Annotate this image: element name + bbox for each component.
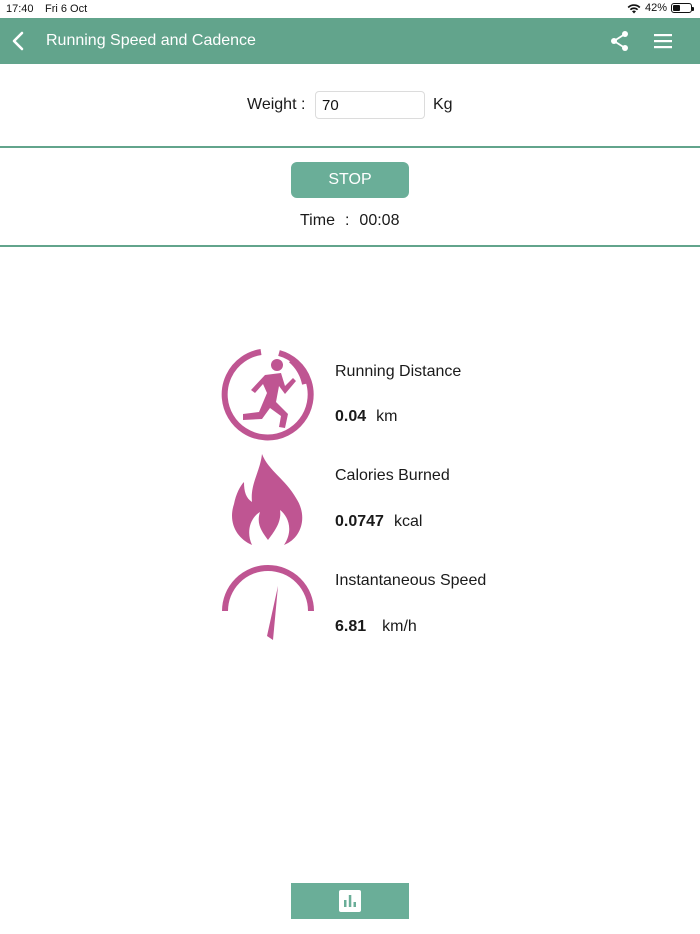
nav-bar: Running Speed and Cadence — [0, 18, 700, 64]
speedometer-icon — [222, 565, 314, 640]
back-icon[interactable] — [9, 30, 29, 52]
calories-unit: kcal — [393, 513, 423, 530]
battery-icon — [671, 3, 694, 13]
weight-label: Weight : — [247, 96, 306, 113]
timer: Time : 00:08 — [300, 212, 399, 230]
time-separator: : — [344, 212, 350, 229]
time-value: 00:08 — [359, 212, 400, 229]
weight-input[interactable] — [315, 91, 425, 119]
share-icon[interactable] — [609, 30, 631, 52]
metric-label-speed: Instantaneous Speed — [335, 572, 487, 589]
battery-percent: 42% — [644, 2, 667, 14]
status-date: Fri 6 Oct — [45, 3, 88, 15]
time-label: Time — [300, 212, 335, 229]
metric-value-calories: 0.0747 kcal — [335, 513, 422, 531]
speed-unit: km/h — [382, 618, 417, 635]
speed-value: 6.81 — [335, 618, 367, 635]
metric-label-distance: Running Distance — [335, 363, 462, 380]
metric-value-distance: 0.04 km — [335, 408, 397, 426]
wifi-icon — [627, 3, 641, 13]
weight-row: Weight : Kg — [0, 90, 700, 120]
divider — [0, 245, 700, 247]
status-time: 17:40 — [6, 3, 34, 15]
weight-unit: Kg — [433, 96, 453, 113]
calories-value: 0.0747 — [335, 513, 384, 530]
page-title: Running Speed and Cadence — [46, 32, 256, 49]
bar-chart-icon — [339, 890, 361, 912]
divider — [0, 146, 700, 148]
status-bar: 17:40 Fri 6 Oct 42% — [0, 0, 700, 18]
distance-value: 0.04 — [335, 408, 367, 425]
stop-button[interactable]: STOP — [291, 162, 409, 198]
menu-icon[interactable] — [653, 31, 673, 51]
distance-unit: km — [376, 408, 398, 425]
flame-icon — [232, 454, 303, 545]
chart-button[interactable] — [291, 883, 409, 919]
metric-value-speed: 6.81 km/h — [335, 618, 417, 636]
metric-label-calories: Calories Burned — [335, 467, 450, 484]
runner-icon — [221, 349, 314, 441]
status-right: 42% — [627, 2, 694, 14]
